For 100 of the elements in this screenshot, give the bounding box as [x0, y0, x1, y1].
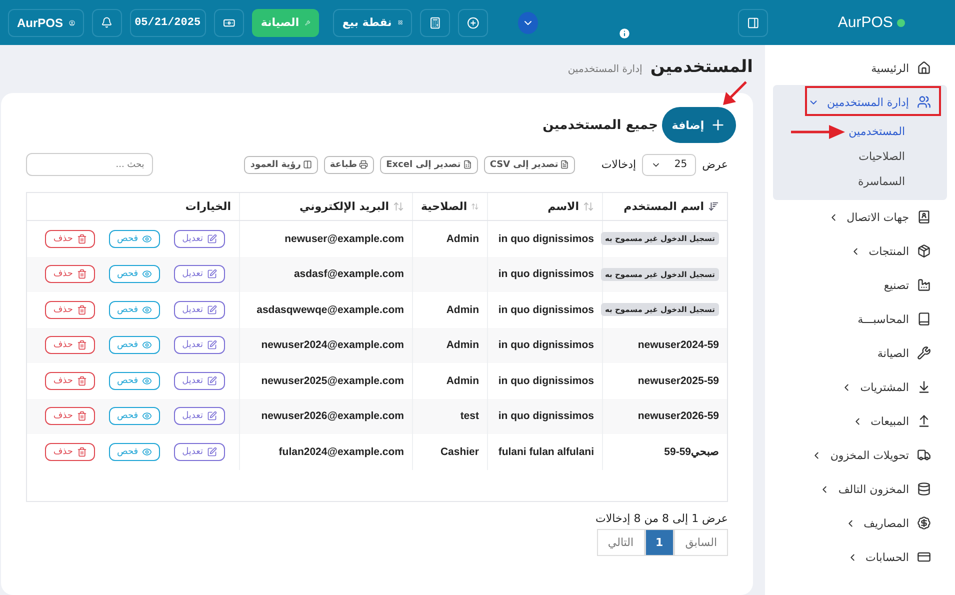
- table-cell: صبحي59-59: [664, 445, 719, 458]
- eye-icon: [142, 411, 152, 422]
- dollar-receipt-icon: [917, 516, 931, 530]
- trash-icon: [76, 234, 87, 244]
- notifications-button[interactable]: [92, 8, 122, 36]
- info-icon: [618, 27, 631, 40]
- users-icon: [917, 95, 931, 109]
- plus-icon: [466, 16, 480, 30]
- column-header: البريد الإلكتروني: [300, 200, 389, 213]
- delete-button[interactable]: حذف: [45, 407, 95, 426]
- sidebar-item[interactable]: الرئيسية: [773, 51, 947, 85]
- edit-button[interactable]: تعديل: [174, 265, 225, 284]
- edit-icon: [207, 411, 217, 422]
- submenu-item[interactable]: الصلاحيات: [858, 150, 905, 163]
- sidebar-item[interactable]: المنتجات: [773, 234, 947, 268]
- entries-label: إدخالات: [601, 158, 636, 171]
- breadcrumb: إدارة المستخدمين: [568, 64, 642, 75]
- sidebar-item[interactable]: المشتريات: [773, 370, 947, 404]
- eye-icon: [142, 446, 152, 457]
- column-header: الخيارات: [185, 200, 231, 213]
- add-button[interactable]: إضافة: [662, 107, 736, 143]
- view-button[interactable]: فحص: [108, 265, 160, 284]
- trash-icon: [76, 411, 87, 422]
- edit-icon: [207, 446, 217, 457]
- view-button[interactable]: فحص: [108, 442, 160, 461]
- view-button[interactable]: فحص: [108, 230, 160, 248]
- date-button[interactable]: 05/21/2025: [130, 8, 206, 36]
- sidebar-item[interactable]: المخزون التالف: [773, 472, 947, 506]
- upload-icon: [917, 414, 931, 428]
- delete-button[interactable]: حذف: [45, 442, 95, 461]
- show-label: عرض: [702, 158, 728, 171]
- sidebar-item[interactable]: تحويلات المخزون: [773, 438, 947, 472]
- card-title: جميع المستخدمين: [542, 118, 658, 132]
- sidebar-item[interactable]: الصيانة: [773, 336, 947, 370]
- delete-button[interactable]: حذف: [45, 372, 95, 390]
- sidebar-item[interactable]: المصاريف: [773, 506, 947, 540]
- table-cell: newuser2025-59: [638, 374, 719, 387]
- pos-button[interactable]: نقطة بيع: [333, 8, 412, 36]
- wrench-icon: [917, 346, 931, 360]
- edit-icon: [207, 340, 217, 350]
- eye-icon: [142, 234, 152, 244]
- truck-icon: [917, 448, 931, 462]
- page-button[interactable]: 1: [644, 529, 674, 556]
- export-button[interactable]: تصدير إلى CSV: [484, 156, 576, 174]
- download-icon: [917, 380, 931, 394]
- box-icon: [917, 244, 931, 258]
- brand-logo: AurPOS: [788, 14, 955, 31]
- view-button[interactable]: فحص: [108, 407, 160, 426]
- sidebar-item[interactable]: المبيعات: [773, 404, 947, 438]
- edit-button[interactable]: تعديل: [174, 300, 225, 319]
- table-cell: Cashier: [412, 434, 487, 470]
- panel-icon: [746, 16, 759, 30]
- trash-icon: [76, 304, 87, 315]
- table-cell: newuser2026-59: [638, 410, 719, 422]
- trash-icon: [76, 269, 87, 280]
- view-button[interactable]: فحص: [108, 372, 160, 390]
- eye-icon: [142, 340, 152, 350]
- edit-button[interactable]: تعديل: [174, 442, 225, 461]
- submenu-item[interactable]: المستخدمين: [848, 125, 905, 138]
- export-button[interactable]: طباعة: [324, 156, 374, 174]
- delete-button[interactable]: حذف: [45, 265, 95, 284]
- edit-button[interactable]: تعديل: [174, 230, 225, 248]
- edit-icon: [207, 376, 217, 386]
- page-size-select[interactable]: 25: [642, 154, 696, 176]
- add-button[interactable]: [458, 8, 488, 36]
- view-button[interactable]: فحص: [108, 300, 160, 319]
- maintenance-button[interactable]: الصيانة: [252, 8, 320, 36]
- edit-icon: [207, 269, 217, 280]
- user-button[interactable]: AurPOS: [8, 8, 84, 36]
- calculator-button[interactable]: [420, 8, 450, 36]
- edit-icon: [207, 304, 217, 315]
- search-field[interactable]: بحث ...: [26, 153, 154, 176]
- columns-icon: [302, 160, 312, 169]
- dropdown-button[interactable]: [518, 12, 538, 34]
- delete-button[interactable]: حذف: [45, 300, 95, 319]
- edit-icon: [207, 234, 217, 244]
- sidebar-item[interactable]: تصنيع: [773, 268, 947, 302]
- eye-icon: [142, 376, 152, 386]
- edit-button[interactable]: تعديل: [174, 407, 225, 426]
- export-button[interactable]: رؤية العمود: [244, 156, 318, 174]
- annotation-arrow: [721, 81, 747, 107]
- cash-button[interactable]: [214, 8, 244, 36]
- delete-button[interactable]: حذف: [45, 336, 95, 354]
- page-title: المستخدمين: [650, 57, 753, 77]
- sidebar-item[interactable]: إدارة المستخدمين: [773, 85, 947, 119]
- sort-icon[interactable]: [708, 201, 719, 212]
- sidebar-item[interactable]: الحسابات: [773, 540, 947, 574]
- column-header: الاسم: [548, 200, 579, 213]
- home-icon: [917, 61, 931, 75]
- delete-button[interactable]: حذف: [45, 230, 95, 248]
- sidebar-item[interactable]: جهات الاتصال: [773, 200, 947, 234]
- eye-icon: [142, 304, 152, 315]
- card-icon: [917, 550, 931, 564]
- edit-button[interactable]: تعديل: [174, 372, 225, 390]
- sidebar-item[interactable]: المحاسبـــة: [773, 302, 947, 336]
- submenu-item[interactable]: السماسرة: [858, 175, 905, 188]
- export-button[interactable]: تصدير إلى Excel: [380, 156, 478, 174]
- sidebar-toggle-button[interactable]: [738, 8, 768, 36]
- view-button[interactable]: فحص: [108, 336, 160, 354]
- edit-button[interactable]: تعديل: [174, 336, 225, 354]
